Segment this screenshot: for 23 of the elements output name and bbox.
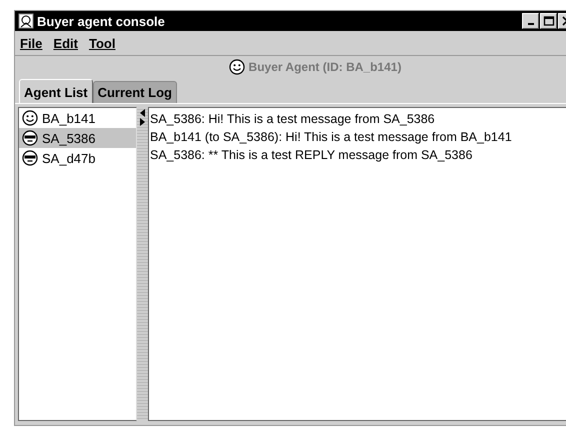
log-line: SA_5386: Hi! This is a test message from SA_5386 <box>150 111 436 128</box>
maximize-icon <box>542 16 554 26</box>
agent-list-item[interactable]: BA_b141 <box>19 108 136 128</box>
agent-list-item[interactable]: SA_d47b <box>19 148 136 168</box>
menu-item[interactable]: Edit <box>53 36 78 50</box>
agent-heading: Buyer Agent (ID: BA_b141) <box>248 60 402 74</box>
window-title: Buyer agent console <box>37 14 165 28</box>
menu-item[interactable]: File <box>20 36 42 50</box>
tab[interactable]: Current Log <box>92 81 177 103</box>
sunglasses-face-icon <box>22 150 38 166</box>
expand-right-icon[interactable] <box>140 118 146 126</box>
log-line: SA_5386: ** This is a test REPLY message from SA_5386 <box>150 147 474 164</box>
agent-list-item[interactable]: SA_5386 <box>19 128 136 148</box>
log-line: BA_b141 (to SA_5386): Hi! This is a test message from BA_b141 <box>150 129 513 146</box>
minimize-button[interactable] <box>522 13 539 29</box>
minimize-icon <box>528 23 534 25</box>
menu-item[interactable]: Tool <box>88 36 116 50</box>
smiley-icon <box>228 59 245 75</box>
collapse-left-icon[interactable] <box>140 109 146 117</box>
maximize-button[interactable] <box>540 13 557 29</box>
smiley-icon <box>22 110 38 126</box>
sunglasses-face-icon <box>22 130 38 146</box>
tab[interactable]: Agent List <box>19 79 93 103</box>
